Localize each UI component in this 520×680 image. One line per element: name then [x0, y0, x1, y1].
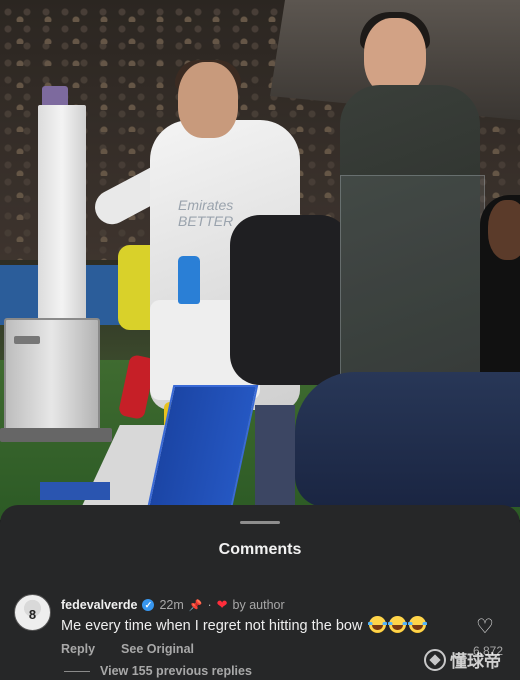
- comment-actions: Reply See Original: [61, 642, 194, 656]
- view-replies-label: View 155 previous replies: [100, 664, 252, 678]
- heart-outline-icon[interactable]: ♡: [476, 617, 496, 637]
- dongqiudi-logo-icon: [424, 648, 446, 671]
- shirt-sponsor: Emirates BETTER: [178, 197, 234, 229]
- stretcher-machine-column: [38, 105, 86, 320]
- replies-divider: [64, 670, 90, 672]
- comments-title: Comments: [218, 541, 302, 558]
- avatar[interactable]: 8: [14, 594, 51, 631]
- avatar-shirt-number: 8: [28, 607, 37, 622]
- red-heart-icon: ❤: [216, 597, 228, 612]
- track-edge: [40, 482, 110, 500]
- comment-username[interactable]: fedevalverde: [61, 598, 137, 612]
- view-replies-button[interactable]: View 155 previous replies: [64, 664, 252, 678]
- reply-button[interactable]: Reply: [61, 642, 95, 656]
- machine-cart: [0, 428, 112, 442]
- verified-badge-icon: ✓: [142, 599, 155, 611]
- sheet-drag-handle[interactable]: [240, 521, 280, 524]
- liked-by-author-label: by author: [232, 598, 285, 612]
- comments-sheet: Comments 8 fedevalverde ✓ 22m 📌 · ❤ by a…: [0, 505, 520, 680]
- video-frame[interactable]: Emirates BETTER: [0, 0, 520, 520]
- dugout-glass: [340, 175, 485, 380]
- dugout-seat: [295, 372, 520, 507]
- emoji-row: [368, 616, 428, 633]
- dark-jacket: [230, 215, 350, 385]
- meta-separator: ·: [207, 598, 212, 612]
- bench-person-face: [488, 200, 520, 260]
- dugout-rail: [255, 405, 295, 505]
- tears-of-joy-emoji: [368, 616, 388, 633]
- comment-body: Me every time when I regret not hitting …: [61, 616, 461, 634]
- machine-handle: [14, 336, 40, 344]
- water-bottle: [178, 256, 200, 304]
- tears-of-joy-emoji: [408, 616, 428, 633]
- comment-meta: fedevalverde ✓ 22m 📌 · ❤ by author: [61, 597, 285, 613]
- see-original-button[interactable]: See Original: [121, 642, 194, 656]
- comment-text: Me every time when I regret not hitting …: [61, 618, 363, 634]
- watermark: 懂球帝: [424, 647, 501, 672]
- watermark-text: 懂球帝: [450, 652, 501, 671]
- pin-icon: 📌: [188, 599, 203, 612]
- player-head: [178, 62, 238, 138]
- tears-of-joy-emoji: [388, 616, 408, 633]
- comment-time: 22m: [159, 598, 184, 612]
